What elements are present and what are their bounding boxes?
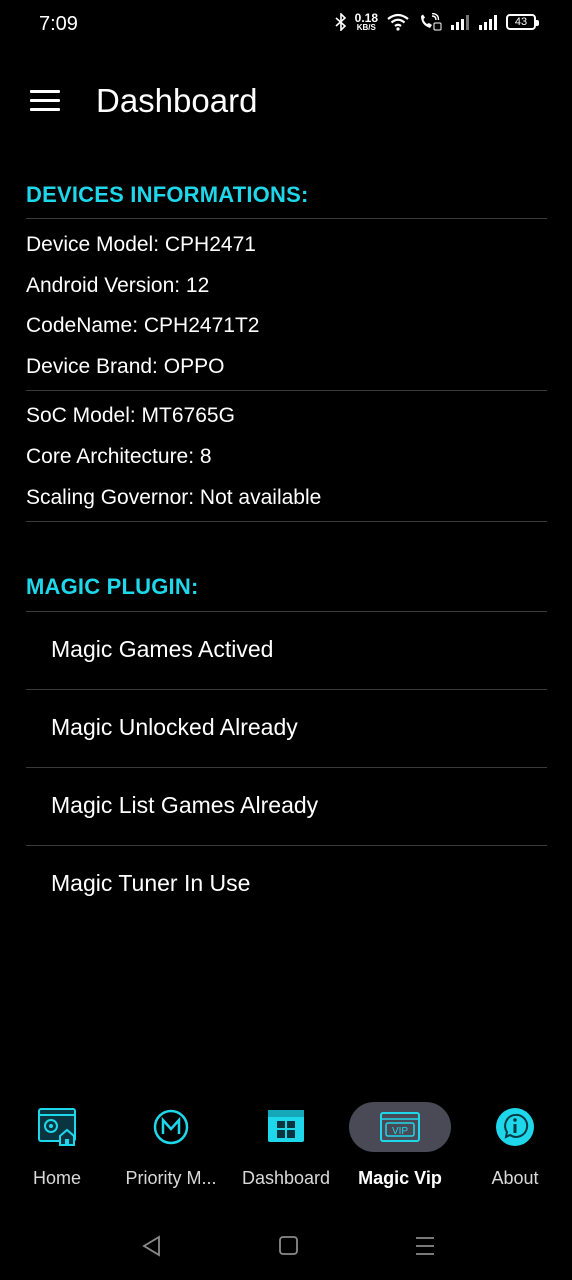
- plugin-item-tuner[interactable]: Magic Tuner In Use: [26, 846, 547, 923]
- code-name: CodeName: CPH2471T2: [26, 314, 260, 337]
- divider: [26, 521, 547, 522]
- screen: 7:09 0.18 KB/S 43 Dashboard DEVICES INFO…: [0, 0, 572, 1280]
- divider: [26, 218, 547, 219]
- dashboard-icon: [265, 1106, 307, 1148]
- core-architecture: Core Architecture: 8: [26, 445, 212, 468]
- vip-icon: VIP: [379, 1106, 421, 1148]
- android-version: Android Version: 12: [26, 274, 210, 297]
- volte-call-icon: [418, 13, 442, 31]
- plugin-item-label: Magic List Games Already: [51, 792, 319, 818]
- soc-model: SoC Model: MT6765G: [26, 404, 235, 427]
- nav-label: Magic Vip: [358, 1168, 442, 1188]
- home-icon: [279, 1236, 298, 1255]
- bottom-nav: Home Priority M... Dashboard VIP Magic V…: [0, 1090, 572, 1200]
- nav-item-priority[interactable]: Priority M...: [114, 1090, 228, 1200]
- nav-label: Priority M...: [125, 1168, 217, 1188]
- info-icon: [494, 1106, 536, 1148]
- battery-icon: 43: [506, 14, 539, 30]
- nav-item-about[interactable]: About: [458, 1090, 572, 1200]
- magic-plugin-section-title: MAGIC PLUGIN:: [26, 574, 199, 599]
- plugin-item-label: Magic Unlocked Already: [51, 714, 298, 740]
- net-speed: 0.18 KB/S: [355, 12, 378, 32]
- settings-home-icon: [36, 1106, 78, 1148]
- plugin-item-label: Magic Games Actived: [51, 636, 274, 662]
- nav-label: About: [491, 1168, 539, 1188]
- divider: [26, 390, 547, 391]
- nav-item-dashboard[interactable]: Dashboard: [229, 1090, 343, 1200]
- home-button[interactable]: [274, 1231, 304, 1261]
- signal-icon-2: [478, 14, 498, 30]
- magic-m-icon: [150, 1106, 192, 1148]
- battery-level: 43: [514, 16, 528, 28]
- svg-text:VIP: VIP: [392, 1126, 408, 1137]
- plugin-item-label: Magic Tuner In Use: [51, 870, 251, 896]
- devices-section-title: DEVICES INFORMATIONS:: [26, 182, 309, 207]
- recents-icon: [416, 1237, 434, 1255]
- app-bar: Dashboard: [0, 70, 572, 136]
- signal-icon-1: [450, 14, 470, 30]
- device-brand: Device Brand: OPPO: [26, 355, 225, 378]
- nav-item-home[interactable]: Home: [0, 1090, 114, 1200]
- status-bar: 7:09 0.18 KB/S 43: [0, 0, 572, 52]
- menu-button[interactable]: [26, 84, 64, 118]
- system-nav: [0, 1215, 572, 1275]
- back-button[interactable]: [137, 1231, 167, 1261]
- nav-label: Home: [32, 1168, 81, 1188]
- page-title: Dashboard: [96, 82, 258, 119]
- status-time: 7:09: [39, 13, 78, 35]
- plugin-item-list-games[interactable]: Magic List Games Already: [26, 768, 547, 845]
- nav-label: Dashboard: [241, 1168, 331, 1188]
- device-model: Device Model: CPH2471: [26, 233, 256, 256]
- scaling-governor: Scaling Governor: Not available: [26, 486, 322, 509]
- nav-item-magic-vip[interactable]: VIP Magic Vip: [343, 1090, 457, 1200]
- status-icons: 0.18 KB/S 43: [335, 12, 539, 32]
- wifi-icon: [386, 13, 410, 31]
- recents-button[interactable]: [410, 1231, 440, 1261]
- net-speed-unit: KB/S: [356, 23, 376, 32]
- back-icon: [142, 1235, 160, 1257]
- plugin-item-unlocked[interactable]: Magic Unlocked Already: [26, 690, 547, 767]
- plugin-item-games-actived[interactable]: Magic Games Actived: [26, 612, 547, 689]
- bluetooth-icon: [335, 13, 347, 31]
- menu-icon: [30, 90, 60, 93]
